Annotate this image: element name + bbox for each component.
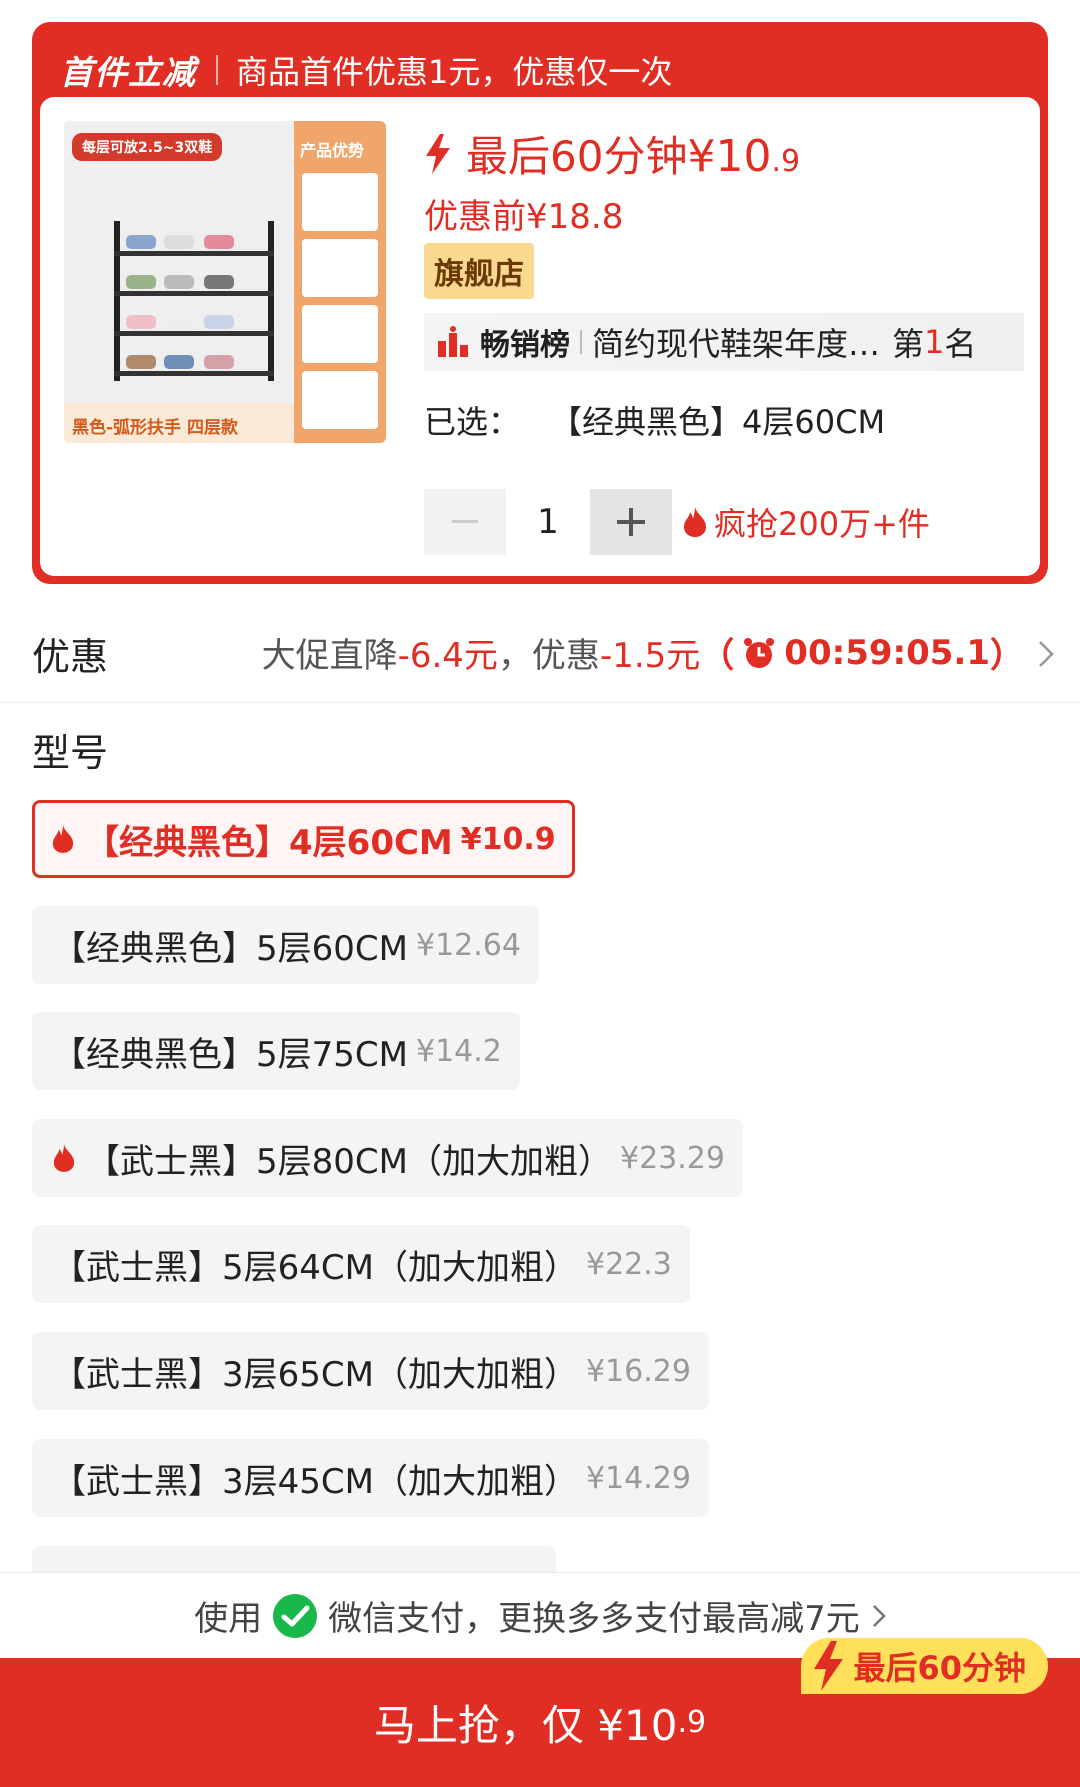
image-feature-title: 产品优势 [300, 141, 365, 160]
model-option[interactable]: 【经典黑色】4层60CM ¥10.9 [32, 800, 575, 878]
model-option-price: ¥12.64 [415, 927, 521, 963]
quantity-stepper: 1 疯抢200万+件 [424, 489, 930, 555]
shoe-rack-illustration [114, 221, 274, 381]
decrease-quantity-button[interactable] [424, 489, 506, 555]
product-summary: 每层可放2.5~3双鞋 产品优势 黑色-弧形扶手 四层款 最后60分钟 ¥10 … [40, 97, 1040, 576]
model-option-name: 【经典黑色】4层60CM [85, 822, 453, 863]
model-option[interactable]: 【武士黑】5层80CM（加大加粗） ¥23.29 [32, 1119, 743, 1197]
selected-variant: 已选： 【经典黑色】4层60CM [424, 397, 885, 443]
image-capacity-tag: 每层可放2.5~3双鞋 [72, 133, 223, 161]
selected-value: 【经典黑色】4层60CM [550, 403, 886, 441]
model-option-price: ¥16.29 [585, 1353, 691, 1389]
flagship-store-badge: 旗舰店 [424, 243, 534, 299]
chevron-right-icon [1039, 641, 1054, 667]
rank-category: 简约现代鞋架年度… [592, 325, 881, 363]
promo-value: -6.4元 [397, 636, 498, 676]
lightning-icon [814, 1641, 844, 1691]
model-option[interactable]: 【武士黑】3层65CM（加大加粗） ¥16.29 [32, 1332, 709, 1410]
model-option-price: ¥23.29 [619, 1140, 725, 1176]
hot-sales: 疯抢200万+件 [682, 499, 930, 545]
banner-title: 首件立减 [60, 53, 196, 92]
flash-label: 最后60分钟 [466, 132, 688, 181]
selected-label: 已选： [424, 403, 521, 441]
image-caption: 黑色-弧形扶手 四层款 [64, 403, 294, 443]
countdown-timer: （ 00:59:05.1 ） [700, 628, 1024, 677]
model-option-name: 【武士黑】3层65CM（加大加粗） [52, 1354, 578, 1395]
quantity-value[interactable]: 1 [506, 502, 590, 542]
rank-prefix: 第 [892, 325, 925, 363]
original-price: 优惠前¥18.8 [424, 197, 624, 237]
banner-divider [216, 55, 218, 85]
flash-price-row: 最后60分钟 ¥10 .9 [424, 123, 800, 184]
wechat-pay-icon [273, 1593, 318, 1638]
banner-subtitle: 商品首件优惠1元，优惠仅一次 [236, 53, 673, 91]
first-item-discount-banner: 首件立减 商品首件优惠1元，优惠仅一次 [60, 40, 672, 100]
product-card: 首件立减 商品首件优惠1元，优惠仅一次 每层可放2.5~3双鞋 产品优势 黑色-… [32, 22, 1048, 584]
discount-detail: 大促直降 -6.4元 ，优惠 -1.5元 （ 00:59:05.1 ） [262, 628, 1024, 677]
discount-row[interactable]: 优惠 大促直降 -6.4元 ，优惠 -1.5元 （ 00:59:05.1 ） [0, 600, 1080, 703]
increase-quantity-button[interactable] [590, 489, 672, 555]
bestseller-rank[interactable]: 畅销榜 简约现代鞋架年度… 第 1 名 [424, 313, 1024, 371]
flame-icon [684, 507, 706, 537]
feature-thumb [302, 371, 378, 429]
pay-hint-prefix: 使用 [194, 1599, 263, 1639]
rank-suffix: 名 [944, 325, 977, 363]
rank-divider [580, 330, 582, 354]
hot-sales-text: 疯抢200万+件 [714, 505, 930, 543]
model-option-name: 【武士黑】5层80CM（加大加粗） [86, 1141, 612, 1182]
product-image[interactable]: 每层可放2.5~3双鞋 产品优势 黑色-弧形扶手 四层款 [64, 121, 386, 443]
rank-number: 1 [924, 323, 945, 361]
paren-open: （ [700, 636, 735, 676]
lightning-icon [426, 133, 450, 174]
model-option-price: ¥14.29 [585, 1460, 691, 1496]
feature-thumb [302, 305, 378, 363]
model-option[interactable]: 【武士黑】5层64CM（加大加粗） ¥22.3 [32, 1225, 690, 1303]
last-minutes-tag: 最后60分钟 [801, 1638, 1048, 1694]
model-option[interactable]: 【武士黑】3层45CM（加大加粗） ¥14.29 [32, 1439, 709, 1517]
model-option-name: 【武士黑】3层45CM（加大加粗） [52, 1461, 578, 1502]
model-option[interactable]: 【经典黑色】5层75CM ¥14.2 [32, 1012, 520, 1090]
plus-icon [617, 508, 645, 536]
model-option-name: 【武士黑】5层64CM（加大加粗） [52, 1247, 578, 1288]
image-feature-panel: 产品优势 [294, 121, 386, 443]
model-option-name: 【经典黑色】5层75CM [52, 1034, 408, 1075]
last-minutes-text: 最后60分钟 [853, 1649, 1026, 1687]
rank-title: 畅销榜 [480, 328, 570, 363]
model-option-price: ¥14.2 [415, 1033, 502, 1069]
flame-icon [52, 825, 74, 853]
chevron-right-icon [872, 1604, 886, 1627]
flash-price-decimal: .9 [771, 144, 801, 179]
buy-now-label: 马上抢，仅 ¥10 [373, 1701, 678, 1750]
flash-price: ¥10 [687, 131, 772, 182]
coupon-value: -1.5元 [599, 636, 701, 676]
model-option-price: ¥10.9 [460, 821, 556, 857]
promo-prefix: 大促直降 [261, 636, 398, 676]
feature-thumb [302, 239, 378, 297]
feature-thumb [302, 173, 378, 231]
model-section-title: 型号 [32, 731, 109, 775]
discount-label: 优惠 [32, 635, 109, 679]
alarm-clock-icon [744, 637, 775, 668]
pay-hint-text: 微信支付，更换多多支付最高减7元 [328, 1599, 860, 1639]
buy-now-price-decimal: .9 [677, 1705, 707, 1740]
paren-close: ） [990, 636, 1024, 676]
flame-icon [53, 1144, 75, 1172]
model-option[interactable]: 【经典黑色】5层60CM ¥12.64 [32, 906, 539, 984]
bar-chart-icon [438, 326, 468, 357]
coupon-prefix: ，优惠 [497, 636, 600, 676]
minus-icon [452, 520, 478, 523]
model-option-name: 【经典黑色】5层60CM [52, 928, 408, 969]
timer-value: 00:59:05.1 [784, 632, 990, 673]
model-option-price: ¥22.3 [585, 1246, 672, 1282]
